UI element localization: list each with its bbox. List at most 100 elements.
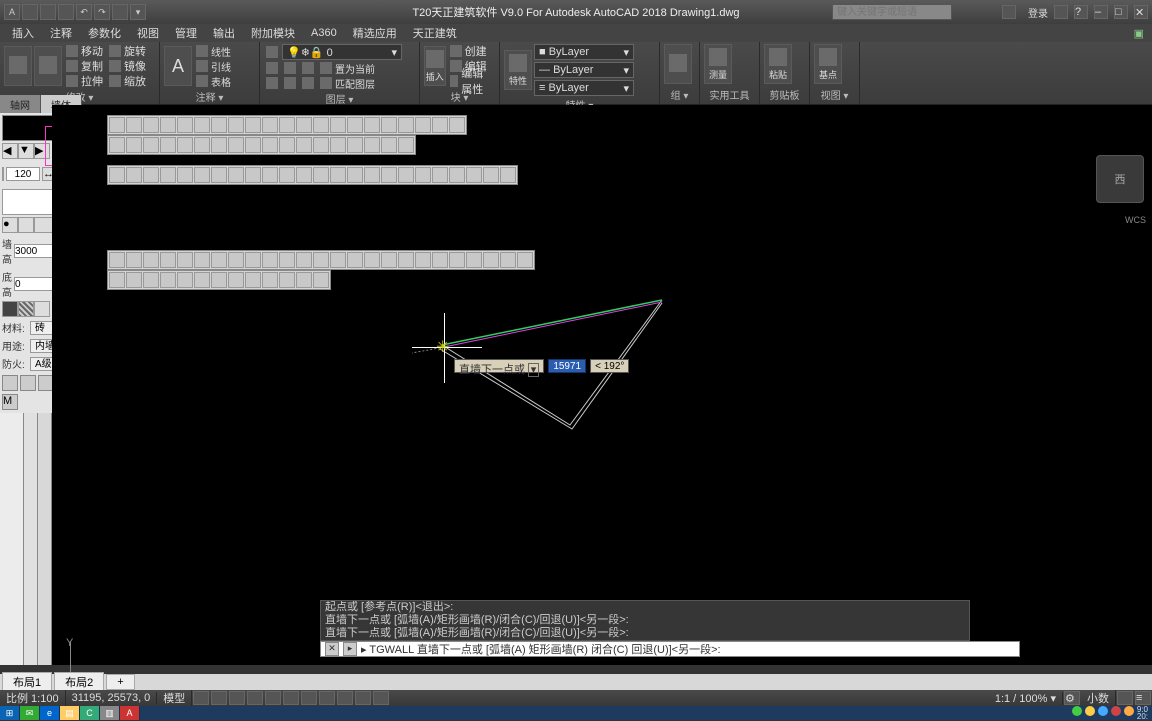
status-ortho-icon[interactable]: [229, 691, 245, 705]
group-button[interactable]: [664, 44, 692, 84]
login-button[interactable]: 登录: [1028, 5, 1048, 20]
qat-save-icon[interactable]: [58, 4, 74, 20]
qat-drop-icon[interactable]: ▾: [130, 4, 146, 20]
layer-walk-button[interactable]: [300, 76, 316, 90]
wall-tool-1[interactable]: ◀: [2, 143, 18, 159]
tray-icon-1[interactable]: [1072, 706, 1082, 716]
tab-axis[interactable]: 轴网: [0, 95, 41, 113]
status-cycle-icon[interactable]: [355, 691, 371, 705]
dim-linear-button[interactable]: 线性: [194, 44, 233, 58]
qat-print-icon[interactable]: [112, 4, 128, 20]
panel-annotation-title[interactable]: 注释 ▾: [164, 88, 255, 104]
qat-redo-icon[interactable]: ↷: [94, 4, 110, 20]
dyn-distance-input[interactable]: 15971: [548, 359, 586, 373]
menu-expand-icon[interactable]: ▣: [1126, 27, 1152, 40]
status-grid-icon[interactable]: [193, 691, 209, 705]
dim-leader-button[interactable]: 引线: [194, 59, 233, 73]
close-button[interactable]: ✕: [1134, 5, 1148, 19]
menu-output[interactable]: 输出: [205, 25, 243, 41]
tray-icon-4[interactable]: [1111, 706, 1121, 716]
qat-open-icon[interactable]: [40, 4, 56, 20]
layer-off-button[interactable]: [282, 61, 298, 75]
create-block-button[interactable]: 创建: [448, 44, 495, 58]
mirror-button[interactable]: 镜像: [107, 59, 148, 73]
layout-tab-1[interactable]: 布局1: [2, 672, 52, 692]
layer-iso-button[interactable]: [264, 61, 280, 75]
status-fullscreen-icon[interactable]: [1117, 691, 1133, 705]
command-line[interactable]: ✕ ▸ ▸ TGWALL 直墙下一点或 [弧墙(A) 矩形画墙(R) 闭合(C)…: [320, 641, 1020, 657]
left-width-input[interactable]: [6, 167, 40, 181]
qat-new-icon[interactable]: [22, 4, 38, 20]
taskbar-wechat-icon[interactable]: ✉: [20, 706, 40, 720]
start-button[interactable]: ⊞: [0, 706, 20, 720]
ltool-2[interactable]: [20, 375, 36, 391]
layer-prev-button[interactable]: [282, 76, 298, 90]
measure-button[interactable]: 测量: [704, 44, 732, 84]
tray-icon-3[interactable]: [1098, 706, 1108, 716]
menu-a360[interactable]: A360: [303, 27, 345, 39]
layer-props-button[interactable]: [264, 45, 280, 59]
layer-make-current-button[interactable]: 置为当前: [318, 61, 377, 75]
status-snap-icon[interactable]: [211, 691, 227, 705]
status-3dosnap-icon[interactable]: [283, 691, 299, 705]
cmdline-close-icon[interactable]: ✕: [325, 642, 339, 656]
linetype-combo[interactable]: — ByLayer▾: [534, 62, 634, 78]
width-lock-icon[interactable]: [2, 167, 4, 181]
text-button[interactable]: A: [164, 46, 192, 86]
exchange-icon[interactable]: [1054, 5, 1068, 19]
status-gear-icon[interactable]: ⚙: [1064, 691, 1080, 705]
drawing-canvas[interactable]: ✳ 直墙下一点或 ▾ 15971 < 192° 西 WCS Y X ✕ 起点或 …: [52, 105, 1152, 665]
status-osnap-icon[interactable]: [265, 691, 281, 705]
hatch-1[interactable]: [2, 301, 18, 317]
menu-parametric[interactable]: 参数化: [80, 25, 129, 41]
preset-del[interactable]: [18, 217, 34, 233]
layer-match-button[interactable]: [264, 76, 280, 90]
infocenter-icon[interactable]: [1002, 5, 1016, 19]
status-transparency-icon[interactable]: [337, 691, 353, 705]
rotate-button[interactable]: 旋转: [107, 44, 148, 58]
polyline-button[interactable]: [34, 46, 62, 86]
status-anno-icon[interactable]: [373, 691, 389, 705]
qat-undo-icon[interactable]: ↶: [76, 4, 92, 20]
preset-add[interactable]: ●: [2, 217, 18, 233]
status-polar-icon[interactable]: [247, 691, 263, 705]
cmdline-opts-icon[interactable]: ▸: [343, 642, 357, 656]
tray-icon-2[interactable]: [1085, 706, 1095, 716]
status-customize-icon[interactable]: ≡: [1135, 691, 1151, 705]
hatch-2[interactable]: [18, 301, 34, 317]
stretch-button[interactable]: 拉伸: [64, 74, 105, 88]
menu-tangent[interactable]: 天正建筑: [405, 25, 465, 41]
help-search-input[interactable]: [832, 4, 952, 20]
paste-button[interactable]: 粘贴: [764, 44, 792, 84]
move-button[interactable]: 移动: [64, 44, 105, 58]
layer-freeze-button[interactable]: [300, 61, 316, 75]
panel-view-title[interactable]: 视图 ▾: [814, 86, 855, 102]
status-units[interactable]: 小数: [1081, 690, 1116, 706]
layout-tab-add[interactable]: +: [106, 674, 134, 690]
menu-view[interactable]: 视图: [129, 25, 167, 41]
layer-combo[interactable]: 💡❄🔒 0▾: [282, 44, 402, 60]
maximize-button[interactable]: □: [1114, 5, 1128, 19]
menu-insert[interactable]: 插入: [4, 25, 42, 41]
layer-match2-button[interactable]: 匹配图层: [318, 76, 377, 90]
layout-tab-2[interactable]: 布局2: [54, 672, 104, 692]
base-button[interactable]: 基点: [814, 44, 842, 84]
hatch-3[interactable]: [34, 301, 50, 317]
panel-group-title[interactable]: 组 ▾: [664, 86, 695, 102]
panel-clipboard-title[interactable]: 剪贴板: [764, 86, 805, 102]
line-button[interactable]: [4, 46, 32, 86]
ltool-1[interactable]: [2, 375, 18, 391]
dim-table-button[interactable]: 表格: [194, 74, 233, 88]
insert-block-button[interactable]: 插入: [424, 46, 446, 86]
edit-attr-button[interactable]: 编辑属性: [448, 74, 495, 88]
taskbar-explorer-icon[interactable]: ▤: [60, 706, 80, 720]
qat-app-icon[interactable]: A: [4, 4, 20, 20]
menu-manage[interactable]: 管理: [167, 25, 205, 41]
panel-layers-title[interactable]: 图层 ▾: [264, 90, 415, 106]
menu-featured[interactable]: 精选应用: [345, 25, 405, 41]
status-lwt-icon[interactable]: [319, 691, 335, 705]
menu-annotate[interactable]: 注释: [42, 25, 80, 41]
lineweight-combo[interactable]: ≡ ByLayer▾: [534, 80, 634, 96]
panel-block-title[interactable]: 块 ▾: [424, 88, 495, 104]
taskbar-edge-icon[interactable]: e: [40, 706, 60, 720]
